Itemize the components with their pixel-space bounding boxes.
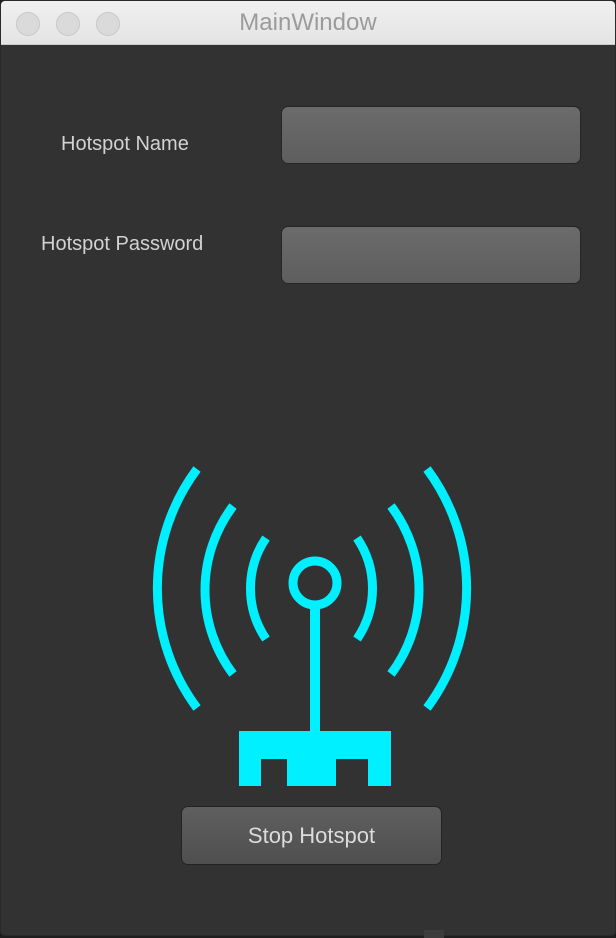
resize-handle[interactable]	[424, 930, 444, 938]
wifi-tower-icon	[152, 466, 472, 786]
hotspot-password-input[interactable]	[281, 226, 581, 284]
window-title: MainWindow	[239, 9, 377, 36]
signal-arc-left-outer	[152, 466, 201, 711]
title-bar[interactable]: MainWindow	[1, 1, 615, 45]
antenna-base	[239, 731, 391, 786]
hotspot-name-input[interactable]	[281, 106, 581, 164]
antenna-mast	[310, 605, 320, 731]
stop-hotspot-button[interactable]: Stop Hotspot	[181, 806, 442, 865]
signal-arc-right-inner	[353, 535, 377, 642]
signal-arc-left-middle	[200, 503, 237, 677]
signal-arc-right-outer	[423, 466, 472, 711]
antenna-head	[288, 556, 342, 610]
main-window: MainWindow Hotspot Name Hotspot Password…	[0, 0, 616, 936]
signal-arc-right-middle	[387, 503, 424, 677]
signal-arc-left-inner	[246, 535, 270, 642]
hotspot-password-label: Hotspot Password	[41, 233, 204, 255]
hotspot-name-label: Hotspot Name	[61, 133, 189, 155]
